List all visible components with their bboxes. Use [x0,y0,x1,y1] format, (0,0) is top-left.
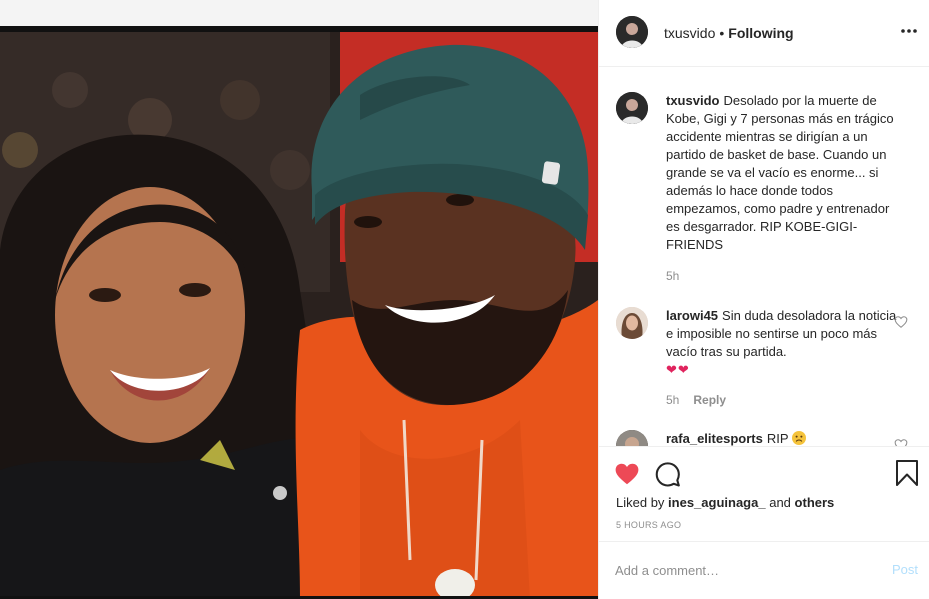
comment-meta: 5h Reply [666,393,726,407]
post-button[interactable]: Post [892,562,918,577]
comment-icon[interactable] [655,461,681,487]
avatar[interactable] [616,430,648,446]
liked-by-and: and [769,495,791,510]
caption-body: Desolado por la muerte de Kobe, Gigi y 7… [666,93,894,252]
hearts-emoji: ❤❤ [666,362,690,377]
header-username[interactable]: txusvido [664,25,715,41]
comment-text: rafa_elitesports RIP [666,430,898,446]
following-button[interactable]: Following [728,25,793,41]
comment-body: RIP [766,431,789,446]
reply-button[interactable]: Reply [693,393,726,407]
comments-list[interactable]: txusvido Desolado por la muerte de Kobe, … [599,68,929,446]
heart-filled-icon[interactable] [614,461,640,487]
avatar[interactable] [616,16,648,48]
more-horizontal-icon[interactable] [900,22,918,40]
liked-by-user[interactable]: ines_aguinaga_ [668,495,766,510]
liked-by-line: Liked by ines_aguinaga_ and others [616,495,834,510]
post-photo-image [0,0,598,599]
avatar[interactable] [616,92,648,124]
separator-dot: • [719,25,725,41]
liked-by-prefix: Liked by [616,495,665,510]
caption-text: txusvido Desolado por la muerte de Kobe, … [666,92,898,254]
avatar[interactable] [616,307,648,339]
caption-author[interactable]: txusvido [666,93,719,108]
like-comment-heart-icon[interactable] [894,315,908,329]
caption-meta: 5h [666,269,679,283]
post-time-ago[interactable]: 5 HOURS AGO [616,520,681,530]
liked-by-others[interactable]: others [795,495,835,510]
post-side-panel: txusvido • Following txusvido Desolado por … [598,0,929,599]
add-comment-bar: Post [599,541,929,599]
comment-author[interactable]: rafa_elitesports [666,431,763,446]
like-comment-heart-icon[interactable] [894,438,908,446]
comment-time[interactable]: 5h [666,393,679,407]
post-header: txusvido • Following [599,0,929,67]
caption-time[interactable]: 5h [666,269,679,283]
header-user-line: txusvido • Following [664,24,794,42]
comment-author[interactable]: larowi45 [666,308,718,323]
post-photo[interactable] [0,0,598,599]
bookmark-icon[interactable] [895,459,919,487]
comment-text: larowi45 Sin duda desoladora la noticia e… [666,307,898,379]
comment-input[interactable] [615,560,865,580]
post-actions: Liked by ines_aguinaga_ and others 5 HOU… [599,446,929,541]
sad-face-emoji [791,431,806,445]
